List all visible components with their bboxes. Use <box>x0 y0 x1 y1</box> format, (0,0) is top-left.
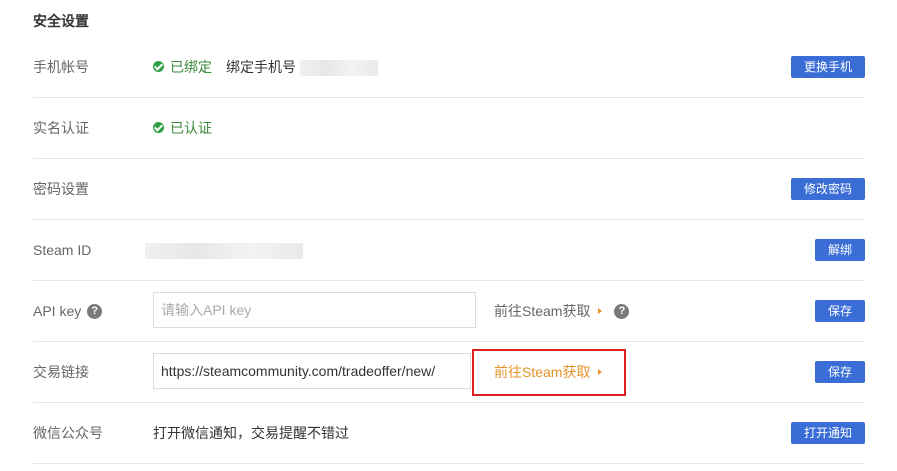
enable-notification-button[interactable]: 打开通知 <box>790 422 865 444</box>
caret-right-icon <box>598 308 603 315</box>
realname-status: 已认证 <box>153 98 212 158</box>
trade-link-row: 交易链接 前往Steam获取 保存 <box>33 342 865 403</box>
api-key-label-text: API key <box>33 303 82 319</box>
phone-status: 已绑定 绑定手机号 <box>153 37 378 97</box>
phone-bind-text: 绑定手机号 <box>226 59 296 75</box>
trade-link-input[interactable] <box>153 353 471 389</box>
phone-label: 手机帐号 <box>33 59 89 75</box>
help-icon[interactable]: ? <box>614 303 630 319</box>
wechat-notice-text: 打开微信通知，交易提醒不错过 <box>153 425 349 441</box>
save-api-key-button[interactable]: 保存 <box>814 300 865 322</box>
phone-row: 手机帐号 已绑定 绑定手机号 更换手机 <box>33 37 865 98</box>
realname-label: 实名认证 <box>33 120 89 136</box>
api-key-steam-link-text: 前往Steam获取 <box>494 303 591 319</box>
password-row: 密码设置 修改密码 <box>33 159 865 220</box>
check-circle-icon <box>153 61 164 73</box>
change-password-button[interactable]: 修改密码 <box>790 178 865 200</box>
help-icon[interactable]: ? <box>87 303 103 319</box>
password-label: 密码设置 <box>33 181 89 197</box>
redacted-phone-number <box>299 60 378 77</box>
api-key-label: API key? <box>33 281 103 341</box>
unbind-button[interactable]: 解绑 <box>814 239 865 261</box>
api-key-steam-link[interactable]: 前往Steam获取? <box>494 281 630 341</box>
highlight-box <box>472 349 626 396</box>
steam-id-label: Steam ID <box>33 242 92 258</box>
trade-link-label: 交易链接 <box>33 364 89 380</box>
realname-row: 实名认证 已认证 <box>33 98 865 159</box>
steam-id-row: Steam ID 解绑 <box>33 220 865 281</box>
section-title: 安全设置 <box>33 13 89 29</box>
save-trade-link-button[interactable]: 保存 <box>814 361 865 383</box>
realname-status-text: 已认证 <box>170 120 212 136</box>
check-circle-icon <box>153 122 164 134</box>
api-key-input[interactable] <box>153 292 476 328</box>
steam-id-value <box>145 220 303 280</box>
phone-status-text: 已绑定 <box>170 59 212 75</box>
api-key-row: API key? 前往Steam获取? 保存 <box>33 281 865 342</box>
wechat-row: 微信公众号 打开微信通知，交易提醒不错过 打开通知 <box>33 403 865 464</box>
change-phone-button[interactable]: 更换手机 <box>790 56 865 78</box>
redacted-steam-id <box>145 243 303 260</box>
wechat-label: 微信公众号 <box>33 425 103 441</box>
